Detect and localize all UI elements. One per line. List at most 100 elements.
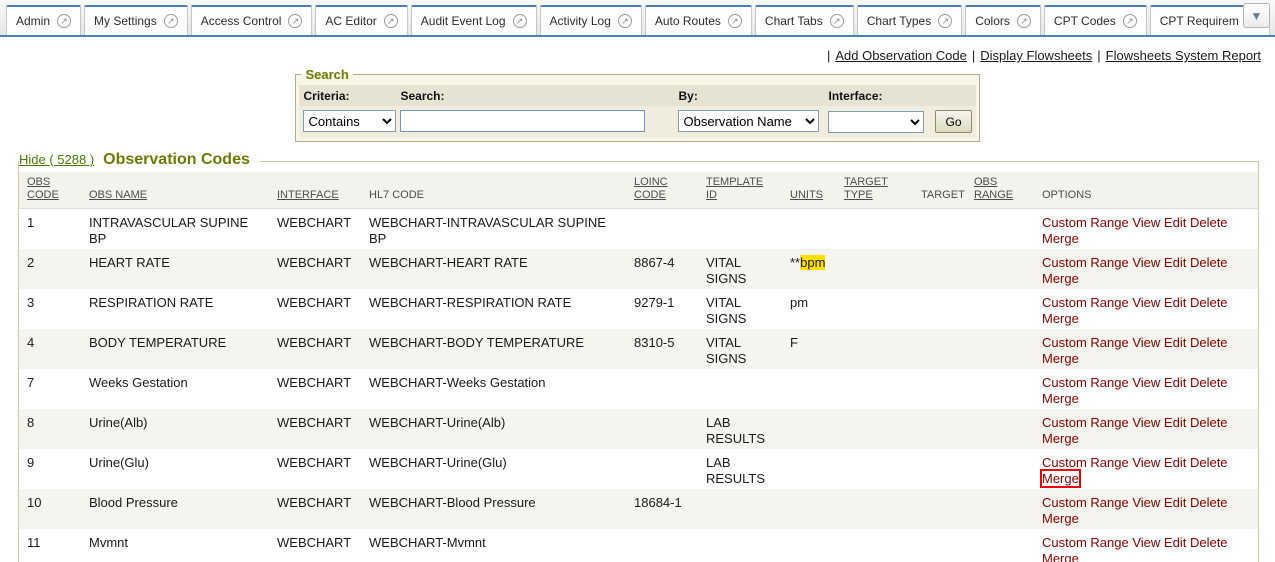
option-view[interactable]: View — [1132, 535, 1160, 550]
link-display-flowsheets[interactable]: Display Flowsheets — [980, 48, 1092, 63]
tab-admin[interactable]: Admin↗ — [6, 5, 81, 35]
option-edit[interactable]: Edit — [1164, 375, 1186, 390]
hide-link[interactable]: Hide ( 5288 ) — [19, 152, 94, 167]
criteria-select[interactable]: Contains — [303, 110, 396, 132]
option-custom-range[interactable]: Custom Range — [1042, 295, 1129, 310]
tab-activity-log[interactable]: Activity Log↗ — [540, 5, 642, 35]
option-view[interactable]: View — [1132, 455, 1160, 470]
option-view[interactable]: View — [1132, 215, 1160, 230]
cell-interface: WEBCHART — [269, 289, 361, 329]
header-units[interactable]: UNITS — [782, 172, 836, 209]
option-edit[interactable]: Edit — [1164, 335, 1186, 350]
cell-template-id: VITAL SIGNS — [698, 329, 782, 369]
tab-my-settings[interactable]: My Settings↗ — [84, 5, 188, 35]
option-delete[interactable]: Delete — [1190, 415, 1228, 430]
header-obs-code[interactable]: OBS CODE — [19, 172, 81, 209]
option-merge[interactable]: Merge — [1042, 551, 1079, 562]
option-delete[interactable]: Delete — [1190, 535, 1228, 550]
option-merge[interactable]: Merge — [1042, 511, 1079, 526]
option-view[interactable]: View — [1132, 295, 1160, 310]
popout-icon[interactable]: ↗ — [938, 14, 952, 28]
header-obs-name[interactable]: OBS NAME — [81, 172, 269, 209]
cell-target-type — [836, 209, 913, 250]
cell-obs-range — [966, 329, 1034, 369]
option-merge[interactable]: Merge — [1042, 271, 1079, 286]
popout-icon[interactable]: ↗ — [57, 14, 71, 28]
tab-access-control[interactable]: Access Control↗ — [191, 5, 313, 35]
option-merge[interactable]: Merge — [1042, 311, 1079, 326]
option-delete[interactable]: Delete — [1190, 295, 1228, 310]
tab-auto-routes[interactable]: Auto Routes↗ — [645, 5, 752, 35]
popout-icon[interactable]: ↗ — [618, 14, 632, 28]
tab-colors[interactable]: Colors↗ — [965, 5, 1041, 35]
option-delete[interactable]: Delete — [1190, 455, 1228, 470]
option-view[interactable]: View — [1132, 335, 1160, 350]
cell-units: pm — [782, 289, 836, 329]
cell-options: Custom Range View Edit Delete Merge — [1034, 369, 1258, 409]
popout-icon[interactable]: ↗ — [513, 14, 527, 28]
option-delete[interactable]: Delete — [1190, 335, 1228, 350]
option-merge[interactable]: Merge — [1042, 391, 1079, 406]
link-add-observation-code[interactable]: Add Observation Code — [835, 48, 967, 63]
option-edit[interactable]: Edit — [1164, 495, 1186, 510]
header-target-type[interactable]: TARGET TYPE — [836, 172, 913, 209]
popout-icon[interactable]: ↗ — [1017, 14, 1031, 28]
option-view[interactable]: View — [1132, 495, 1160, 510]
option-delete[interactable]: Delete — [1190, 495, 1228, 510]
popout-icon[interactable]: ↗ — [830, 14, 844, 28]
option-custom-range[interactable]: Custom Range — [1042, 495, 1129, 510]
go-button[interactable]: Go — [935, 110, 971, 133]
interface-select[interactable] — [828, 111, 924, 133]
cell-obs-name: Mvmnt — [81, 529, 269, 562]
option-custom-range[interactable]: Custom Range — [1042, 375, 1129, 390]
option-view[interactable]: View — [1132, 415, 1160, 430]
popout-icon[interactable]: ↗ — [288, 14, 302, 28]
option-edit[interactable]: Edit — [1164, 455, 1186, 470]
header-template-id[interactable]: TEMPLATE ID — [698, 172, 782, 209]
cell-obs-range — [966, 489, 1034, 529]
option-merge[interactable]: Merge — [1042, 351, 1079, 366]
option-view[interactable]: View — [1132, 255, 1160, 270]
option-custom-range[interactable]: Custom Range — [1042, 535, 1129, 550]
tab-chart-tabs[interactable]: Chart Tabs↗ — [755, 5, 854, 35]
option-edit[interactable]: Edit — [1164, 415, 1186, 430]
header-obs-range[interactable]: OBS RANGE — [966, 172, 1034, 209]
option-custom-range[interactable]: Custom Range — [1042, 255, 1129, 270]
option-custom-range[interactable]: Custom Range — [1042, 335, 1129, 350]
popout-icon[interactable]: ↗ — [164, 14, 178, 28]
popout-icon[interactable]: ↗ — [384, 14, 398, 28]
option-merge[interactable]: Merge — [1042, 431, 1079, 446]
option-delete[interactable]: Delete — [1190, 375, 1228, 390]
link-flowsheets-system-report[interactable]: Flowsheets System Report — [1106, 48, 1261, 63]
option-custom-range[interactable]: Custom Range — [1042, 455, 1129, 470]
option-custom-range[interactable]: Custom Range — [1042, 215, 1129, 230]
tab-overflow-button[interactable]: ▼ — [1243, 3, 1270, 28]
option-edit[interactable]: Edit — [1164, 255, 1186, 270]
cell-obs-range — [966, 209, 1034, 250]
header-loinc-code[interactable]: LOINC CODE — [626, 172, 698, 209]
popout-icon[interactable]: ↗ — [728, 14, 742, 28]
option-delete[interactable]: Delete — [1190, 255, 1228, 270]
cell-obs-name: INTRAVASCULAR SUPINE BP — [81, 209, 269, 250]
popout-icon[interactable]: ↗ — [1123, 14, 1137, 28]
table-body: 1INTRAVASCULAR SUPINE BPWEBCHARTWEBCHART… — [19, 209, 1258, 562]
option-view[interactable]: View — [1132, 375, 1160, 390]
cell-obs-range — [966, 449, 1034, 489]
by-select[interactable]: Observation Name — [678, 110, 819, 132]
option-merge[interactable]: Merge — [1042, 471, 1079, 486]
cell-units — [782, 529, 836, 562]
option-merge[interactable]: Merge — [1042, 231, 1079, 246]
search-input[interactable] — [400, 110, 645, 132]
header-interface[interactable]: INTERFACE — [269, 172, 361, 209]
option-edit[interactable]: Edit — [1164, 535, 1186, 550]
cell-obs-code: 4 — [19, 329, 81, 369]
cell-obs-range — [966, 249, 1034, 289]
option-custom-range[interactable]: Custom Range — [1042, 415, 1129, 430]
tab-chart-types[interactable]: Chart Types↗ — [857, 5, 962, 35]
tab-cpt-codes[interactable]: CPT Codes↗ — [1044, 5, 1147, 35]
option-delete[interactable]: Delete — [1190, 215, 1228, 230]
tab-ac-editor[interactable]: AC Editor↗ — [315, 5, 407, 35]
tab-audit-event-log[interactable]: Audit Event Log↗ — [411, 5, 537, 35]
option-edit[interactable]: Edit — [1164, 215, 1186, 230]
option-edit[interactable]: Edit — [1164, 295, 1186, 310]
